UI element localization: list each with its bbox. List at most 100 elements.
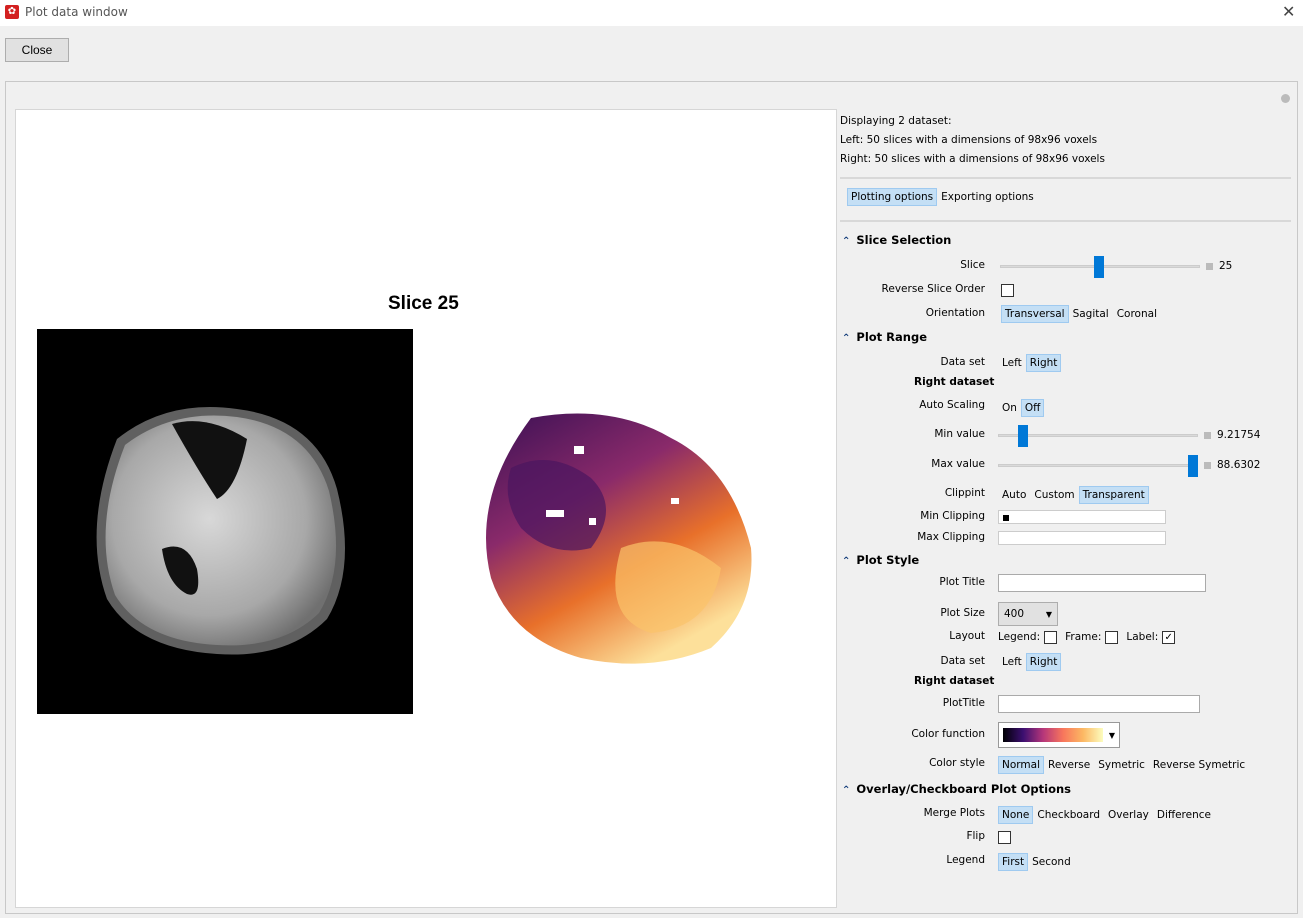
min-clip-label: Min Clipping	[920, 510, 985, 522]
dataset-right[interactable]: Right	[1025, 354, 1062, 372]
plot-title-row: Plot Title	[840, 573, 1300, 593]
autoscale-on[interactable]: On	[998, 399, 1021, 417]
collapse-icon[interactable]: ⌃	[842, 236, 850, 247]
dataset-left[interactable]: Left	[998, 354, 1026, 372]
flip-row: Flip	[840, 827, 1300, 847]
slice-row: Slice 25	[840, 255, 1300, 278]
window-close-icon[interactable]: ✕	[1282, 2, 1295, 21]
color-function-row: Color function ▼	[840, 722, 1300, 748]
info-line: Right: 50 slices with a dimensions of 98…	[840, 153, 1105, 165]
collapse-icon[interactable]: ⌃	[842, 785, 850, 796]
plot-size-select[interactable]: 400 ▼	[998, 602, 1058, 626]
slider-thumb[interactable]	[1188, 454, 1198, 477]
merge-overlay[interactable]: Overlay	[1104, 806, 1153, 824]
left-image	[37, 329, 413, 714]
slice-slider[interactable]	[1000, 255, 1200, 278]
close-button[interactable]: Close	[5, 38, 69, 62]
color-swatch	[1003, 515, 1009, 521]
section-plot-style[interactable]: ⌃ Plot Style	[842, 553, 919, 567]
label-checkbox[interactable]: ✓	[1162, 630, 1176, 644]
reverse-checkbox[interactable]	[1001, 283, 1014, 297]
section-overlay[interactable]: ⌃ Overlay/Checkboard Plot Options	[842, 782, 1071, 796]
max-value: 88.6302	[1217, 459, 1261, 471]
increment-icon[interactable]	[1204, 461, 1211, 469]
dataset-right[interactable]: Right	[1025, 653, 1062, 671]
orientation-label: Orientation	[925, 307, 985, 319]
increment-icon[interactable]	[1204, 431, 1211, 439]
colormap-preview	[1003, 728, 1103, 742]
legend-second[interactable]: Second	[1028, 853, 1075, 871]
plot-title: Slice 25	[388, 293, 459, 314]
color-style-reverse[interactable]: Reverse	[1044, 756, 1094, 774]
color-style-symetric[interactable]: Symetric	[1094, 756, 1149, 774]
dataset-left[interactable]: Left	[998, 653, 1026, 671]
dataset-label: Data set	[940, 356, 985, 368]
min-value-row: Min value 9.21754	[840, 424, 1300, 447]
plot-size-value: 400	[1004, 608, 1025, 620]
slice-label: Slice	[960, 259, 985, 271]
clipping-transparent[interactable]: Transparent	[1078, 486, 1149, 504]
right-image	[486, 413, 752, 664]
section-title: Plot Style	[856, 553, 920, 567]
clipping-label: Clippint	[944, 487, 985, 499]
divider	[840, 220, 1291, 222]
orientation-coronal[interactable]: Coronal	[1113, 305, 1161, 323]
clipping-row: Clippint Auto Custom Transparent	[840, 484, 1300, 504]
divider	[840, 177, 1291, 179]
title-bar: ✿ Plot data window ✕	[0, 0, 1303, 26]
tab-bar: Plotting options Exporting options	[847, 188, 1038, 206]
increment-icon[interactable]	[1206, 262, 1213, 270]
color-style-reverse-symetric[interactable]: Reverse Symetric	[1149, 756, 1249, 774]
legend-first[interactable]: First	[998, 853, 1029, 871]
clipping-auto[interactable]: Auto	[998, 486, 1030, 504]
collapse-icon[interactable]: ⌃	[842, 556, 850, 567]
clipping-custom[interactable]: Custom	[1030, 486, 1078, 504]
section-plot-range[interactable]: ⌃ Plot Range	[842, 330, 927, 344]
legend-row: Legend First Second	[840, 851, 1300, 871]
min-clip-color-field[interactable]	[998, 510, 1166, 524]
settings-icon[interactable]	[1281, 94, 1290, 103]
plot-area: Slice 25	[15, 109, 837, 908]
reverse-label: Reverse Slice Order	[881, 283, 985, 295]
tab-plotting-options[interactable]: Plotting options	[847, 188, 938, 206]
plot-title-label: Plot Title	[939, 576, 985, 588]
reverse-row: Reverse Slice Order	[840, 280, 1300, 300]
flip-checkbox[interactable]	[998, 830, 1011, 844]
legend-label: Legend	[946, 854, 985, 866]
slice-slider-thumb[interactable]	[1094, 255, 1104, 278]
slice-value: 25	[1219, 260, 1233, 272]
merge-checkboard[interactable]: Checkboard	[1033, 806, 1104, 824]
autoscale-off[interactable]: Off	[1020, 399, 1045, 417]
orientation-transversal[interactable]: Transversal	[1001, 305, 1069, 323]
plottitle-row: PlotTitle	[840, 694, 1300, 714]
legend-checkbox[interactable]	[1044, 630, 1058, 644]
plot-title-input[interactable]	[998, 574, 1206, 592]
color-style-normal[interactable]: Normal	[998, 756, 1044, 774]
collapse-icon[interactable]: ⌃	[842, 333, 850, 344]
layout-row: Layout Legend: Frame: Label: ✓	[840, 627, 1300, 647]
color-style-label: Color style	[929, 757, 985, 769]
tab-exporting-options[interactable]: Exporting options	[937, 188, 1038, 206]
section-title: Plot Range	[856, 330, 927, 344]
slider-thumb[interactable]	[1018, 424, 1028, 447]
section-slice-selection[interactable]: ⌃ Slice Selection	[842, 233, 951, 247]
frame-checkbox[interactable]	[1105, 630, 1119, 644]
max-clip-row: Max Clipping	[840, 528, 1300, 548]
color-function-select[interactable]: ▼	[998, 722, 1120, 748]
max-clip-color-field[interactable]	[998, 531, 1166, 545]
orientation-sagital[interactable]: Sagital	[1069, 305, 1113, 323]
chevron-down-icon: ▼	[1108, 730, 1115, 740]
style-dataset-row: Data set Left Right	[840, 652, 1300, 672]
section-title: Slice Selection	[856, 233, 952, 247]
dataset-label: Data set	[940, 655, 985, 667]
app-icon: ✿	[5, 5, 19, 19]
section-title: Overlay/Checkboard Plot Options	[856, 782, 1072, 796]
merge-none[interactable]: None	[998, 806, 1034, 824]
info-line: Displaying 2 dataset:	[840, 115, 952, 127]
merge-difference[interactable]: Difference	[1153, 806, 1215, 824]
min-value-slider[interactable]	[998, 424, 1198, 447]
plot-size-row: Plot Size 400 ▼	[840, 602, 1300, 626]
max-value-slider[interactable]	[998, 454, 1198, 477]
plottitle-input[interactable]	[998, 695, 1200, 713]
chevron-down-icon: ▼	[1045, 609, 1052, 619]
